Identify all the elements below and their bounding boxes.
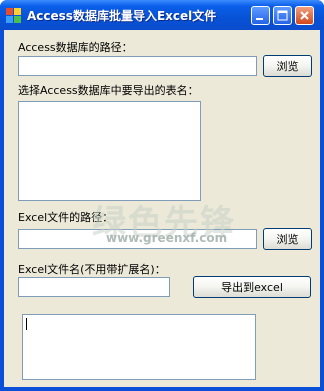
close-icon — [300, 11, 309, 20]
table-listbox[interactable] — [18, 101, 201, 201]
browse-excel-button[interactable]: 浏览 — [263, 228, 312, 250]
excel-name-input[interactable] — [18, 277, 170, 297]
minimize-button[interactable] — [251, 6, 270, 25]
browse-access-button[interactable]: 浏览 — [263, 55, 312, 77]
maximize-button[interactable] — [273, 6, 292, 25]
window-title: Access数据库批量导入Excel文件 — [27, 9, 217, 23]
title-bar[interactable]: Access数据库批量导入Excel文件 — [0, 0, 324, 30]
log-textarea[interactable] — [22, 314, 256, 380]
watermark: 绿色先锋 www.greenxf.com — [92, 195, 242, 250]
access-path-input[interactable] — [18, 56, 257, 76]
close-button[interactable] — [295, 6, 314, 25]
excel-name-label: Excel文件名(不用带扩展名)： — [18, 263, 166, 276]
access-path-label: Access数据库的路径： — [18, 41, 133, 54]
export-excel-button[interactable]: 导出到excel — [193, 276, 311, 298]
table-select-label: 选择Access数据库中要导出的表名： — [18, 84, 199, 97]
main-window: Access数据库批量导入Excel文件 Access数据库的路径： 浏览 选择… — [0, 0, 324, 391]
watermark-url: www.greenxf.com — [106, 231, 228, 245]
minimize-icon — [256, 18, 263, 20]
maximize-icon — [277, 10, 288, 21]
form-client-area: Access数据库的路径： 浏览 选择Access数据库中要导出的表名： Exc… — [4, 30, 320, 387]
app-icon — [6, 8, 21, 23]
text-caret — [26, 318, 27, 330]
